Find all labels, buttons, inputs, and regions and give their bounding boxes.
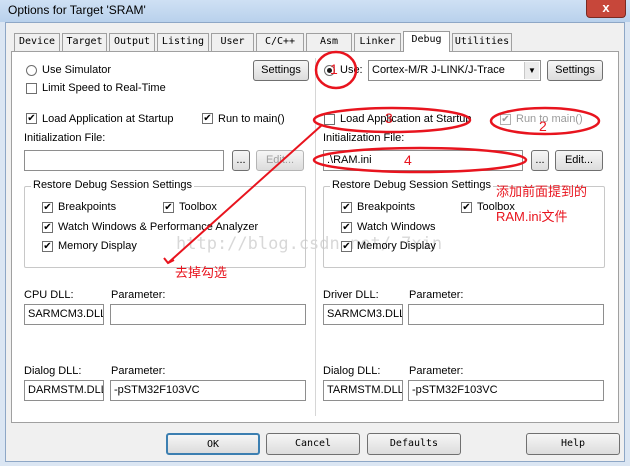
annotation-number-4: 4 <box>404 152 412 168</box>
annotation-number-1: 1 <box>330 61 338 77</box>
annotation-overlay <box>163 50 601 265</box>
annotation-ellipse-4 <box>312 146 528 174</box>
annotation-number-3: 3 <box>385 110 393 126</box>
annotation-add-note-line1: 添加前面提到的 <box>496 184 588 199</box>
annotation-number-2: 2 <box>539 118 547 134</box>
annotation-uncheck-note: 去掉勾选 <box>175 265 228 280</box>
annotation-add-note-line2: RAM.ini文件 <box>496 209 568 224</box>
annotation-arrow-line <box>167 124 323 264</box>
